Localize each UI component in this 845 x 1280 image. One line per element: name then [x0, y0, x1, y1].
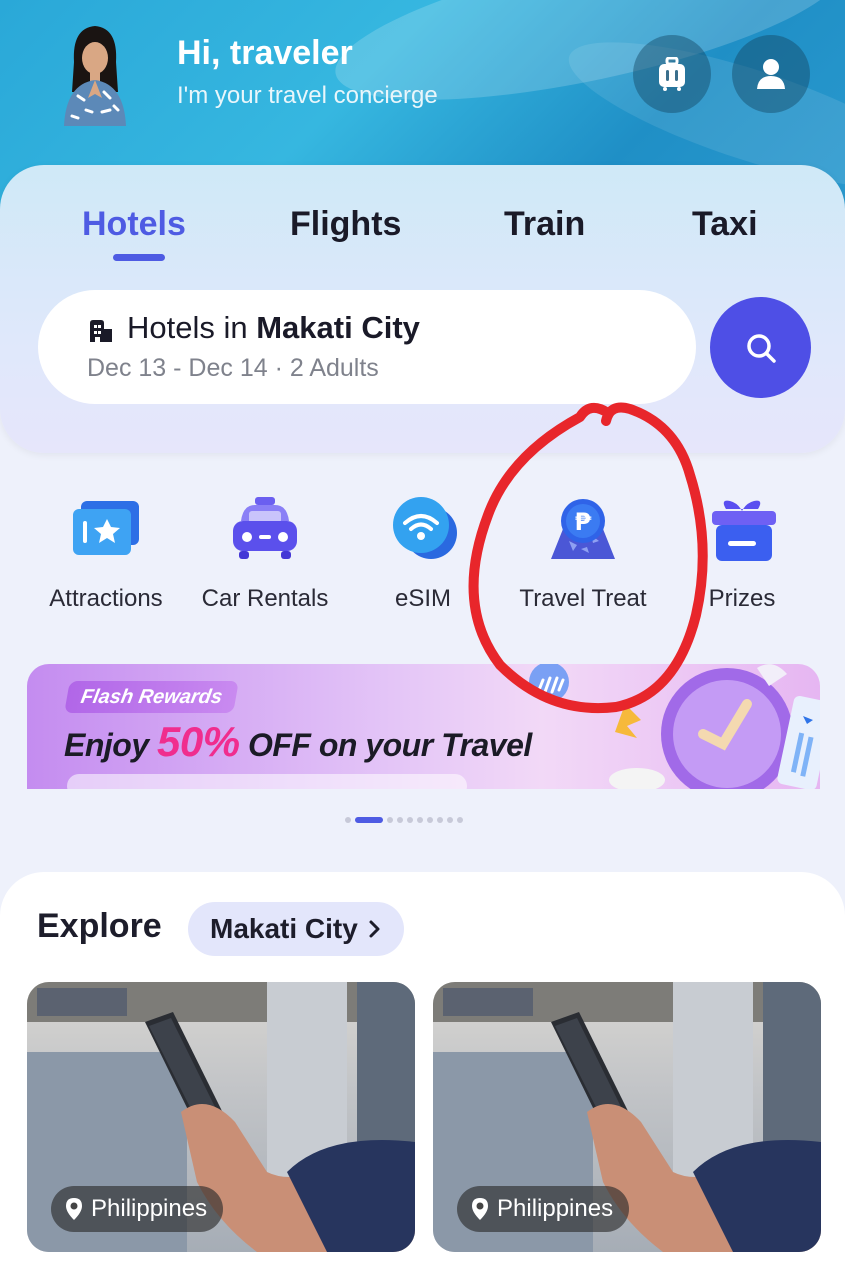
- greeting-title: Hi, traveler: [177, 34, 353, 72]
- pagination-dot[interactable]: [447, 817, 453, 823]
- location-pin-icon: [66, 1198, 82, 1220]
- pagination-dot[interactable]: [427, 817, 433, 823]
- quick-link-attractions[interactable]: Attractions: [26, 495, 186, 613]
- pagination-dot[interactable]: [417, 817, 423, 823]
- pagination-dot[interactable]: [457, 817, 463, 823]
- banner-title-percent: 50%: [157, 718, 240, 765]
- quick-link-label: Car Rentals: [201, 585, 329, 612]
- explore-city-chip[interactable]: Makati City: [188, 902, 404, 956]
- car-icon: [233, 497, 297, 559]
- explore-card[interactable]: Philippines: [433, 982, 821, 1252]
- ticket-icon: [73, 501, 139, 555]
- banner-pagination: [345, 817, 463, 823]
- location-badge: Philippines: [51, 1186, 224, 1232]
- explore-city-label: Makati City: [210, 913, 358, 944]
- quick-link-label: Attractions: [49, 585, 163, 612]
- trips-button[interactable]: [633, 35, 711, 113]
- pagination-dot-active[interactable]: [355, 817, 383, 823]
- tab-flights[interactable]: Flights: [290, 205, 401, 244]
- pagination-dot[interactable]: [437, 817, 443, 823]
- person-icon: [757, 59, 785, 89]
- concierge-avatar: [64, 26, 126, 126]
- search-icon: [746, 333, 776, 363]
- building-icon: [90, 320, 112, 342]
- pagination-dot[interactable]: [345, 817, 351, 823]
- location-badge: Philippines: [457, 1186, 630, 1232]
- pagination-dot[interactable]: [397, 817, 403, 823]
- tab-taxi[interactable]: Taxi: [692, 205, 758, 244]
- location-label: Philippines: [497, 1195, 614, 1222]
- greeting-subtitle: I'm your travel concierge: [177, 82, 438, 109]
- search-prefix: Hotels in: [127, 310, 257, 345]
- chevron-right-icon: [369, 920, 380, 938]
- explore-section: Explore Makati City Philippines Philippi…: [0, 872, 845, 1280]
- banner-title: Enjoy 50% OFF on your Travel: [64, 718, 532, 766]
- profile-button[interactable]: [732, 35, 810, 113]
- luggage-icon: [659, 57, 685, 91]
- banner-title-post: OFF on your Travel: [239, 727, 532, 763]
- explore-card[interactable]: Philippines: [27, 982, 415, 1252]
- search-city: Makati City: [256, 310, 420, 345]
- search-dates-guests: Dec 13 - Dec 14 · 2 Adults: [87, 354, 379, 382]
- banner-title-pre: Enjoy: [64, 727, 158, 763]
- quick-link-car-rentals[interactable]: Car Rentals: [185, 495, 345, 613]
- search-destination: Hotels in Makati City: [127, 310, 420, 346]
- pagination-dot[interactable]: [407, 817, 413, 823]
- banner-subtitle-strip: [67, 774, 467, 789]
- flash-rewards-tag: Flash Rewards: [64, 681, 239, 713]
- hotel-search-field[interactable]: Hotels in Makati City Dec 13 - Dec 14 · …: [38, 290, 696, 404]
- location-label: Philippines: [91, 1195, 208, 1222]
- tab-hotels[interactable]: Hotels: [82, 205, 186, 244]
- active-tab-indicator: [113, 254, 165, 261]
- pagination-dot[interactable]: [387, 817, 393, 823]
- red-circle-annotation: [468, 402, 708, 714]
- location-pin-icon: [472, 1198, 488, 1220]
- tab-train[interactable]: Train: [504, 205, 585, 244]
- explore-title: Explore: [37, 907, 162, 945]
- search-button[interactable]: [710, 297, 811, 398]
